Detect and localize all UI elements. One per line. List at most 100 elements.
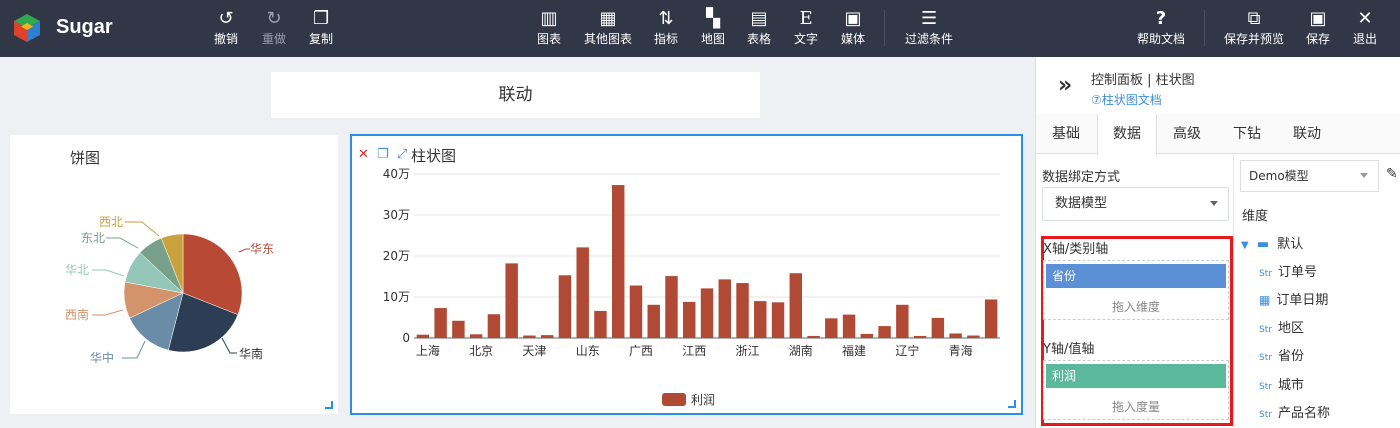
edit-model-icon[interactable]: ✎	[1386, 166, 1398, 182]
question-icon: ?	[1155, 8, 1167, 29]
bar[interactable]	[469, 334, 483, 338]
bar[interactable]	[434, 308, 447, 338]
bar[interactable]	[611, 185, 625, 338]
pie-leader-line	[238, 248, 250, 253]
bar[interactable]	[683, 301, 696, 338]
bar[interactable]	[807, 335, 820, 338]
pie-leader-line	[122, 340, 146, 359]
bar[interactable]	[771, 302, 785, 338]
bar[interactable]	[931, 317, 945, 338]
string-type-icon: Str	[1259, 325, 1272, 335]
bar[interactable]	[967, 335, 980, 338]
media-button[interactable]: ▣ 媒体	[841, 8, 865, 46]
bar[interactable]	[825, 318, 838, 338]
binding-mode-label: 数据绑定方式	[1042, 170, 1121, 185]
close-icon: ✕	[1357, 8, 1373, 29]
bar[interactable]	[860, 333, 874, 338]
copy-button[interactable]: ❐ 复制	[309, 8, 333, 46]
folder-default[interactable]: ▼ ▬ 默认	[1241, 233, 1303, 252]
bar[interactable]	[505, 263, 518, 338]
y-axis-field-chip[interactable]: 利润	[1046, 364, 1226, 388]
bar[interactable]	[842, 314, 856, 338]
caret-down-icon	[1360, 173, 1368, 178]
collapse-panel-icon[interactable]: »	[1058, 73, 1072, 98]
help-button[interactable]: ? 帮助文档	[1137, 8, 1185, 46]
bar[interactable]	[789, 273, 803, 338]
exit-button[interactable]: ✕ 退出	[1353, 8, 1377, 46]
chart-button[interactable]: ▥ 图表	[537, 8, 561, 46]
redo-icon: ↻	[266, 8, 282, 29]
y-axis-label: Y轴/值轴	[1043, 342, 1095, 357]
map-button[interactable]: ▚ 地图	[701, 8, 725, 46]
linkage-title-block[interactable]: 联动	[271, 72, 760, 118]
bar[interactable]	[416, 334, 430, 338]
folder-open-icon: ▬	[1256, 237, 1270, 252]
bar[interactable]	[629, 285, 643, 338]
field-item[interactable]: Str 订单号	[1259, 261, 1317, 280]
calendar-icon: ▦	[1259, 293, 1271, 307]
legend-swatch[interactable]	[662, 393, 686, 406]
undo-button[interactable]: ↺ 撤销	[214, 8, 238, 46]
bar[interactable]	[540, 335, 554, 338]
bar[interactable]	[558, 275, 572, 338]
tab-advanced[interactable]: 高级	[1157, 114, 1217, 154]
tab-linkage[interactable]: 联动	[1277, 114, 1337, 154]
bar[interactable]	[913, 335, 927, 338]
x-axis-drop-zone[interactable]: 省份 拖入维度	[1043, 260, 1229, 320]
x-tick-label: 广西	[629, 344, 653, 358]
chart-doc-link[interactable]: ⑦柱状图文档	[1091, 91, 1162, 108]
filter-button[interactable]: ☰ 过滤条件	[905, 8, 953, 46]
tab-drilldown[interactable]: 下钻	[1217, 114, 1277, 154]
other-charts-button[interactable]: ▦ 其他图表	[584, 8, 632, 46]
bar[interactable]	[878, 326, 891, 338]
text-button[interactable]: E 文字	[794, 8, 818, 46]
pie-chart-card[interactable]: 饼图 华东 华南 华中 西南 华北 东北 西北	[10, 135, 338, 414]
save-button[interactable]: ▣ 保存	[1306, 8, 1330, 46]
bar[interactable]	[576, 247, 589, 338]
indicator-button[interactable]: ⇅ 指标	[654, 8, 678, 46]
field-item[interactable]: Str 省份	[1259, 345, 1304, 364]
y-axis-drop-zone[interactable]: 利润 拖入度量	[1043, 360, 1229, 420]
pie-label-south: 华南	[239, 346, 263, 361]
bar[interactable]	[718, 279, 731, 338]
bar[interactable]	[647, 304, 660, 338]
resize-handle[interactable]	[325, 401, 333, 409]
y-tick-label: 20万	[383, 249, 410, 263]
bar[interactable]	[700, 288, 714, 338]
redo-button[interactable]: ↻ 重做	[262, 8, 286, 46]
table-icon: ▤	[750, 8, 768, 29]
string-type-icon: Str	[1259, 269, 1272, 279]
bar[interactable]	[452, 320, 465, 338]
field-item[interactable]: Str 地区	[1259, 317, 1304, 336]
pie-leader-line	[106, 237, 139, 249]
bar-chart-card[interactable]: ✕ ❐ ⤢ 柱状图 0 10万 20万 30万 40万 上海 北京 天津 山东 …	[350, 134, 1023, 415]
bar[interactable]	[523, 335, 536, 338]
save-preview-button[interactable]: ⧉ 保存并预览	[1224, 8, 1284, 46]
bar[interactable]	[665, 276, 678, 338]
resize-handle[interactable]	[1008, 400, 1016, 408]
bar[interactable]	[984, 299, 998, 338]
x-axis-field-chip[interactable]: 省份	[1046, 264, 1226, 288]
x-axis-drop-hint: 拖入维度	[1111, 300, 1160, 314]
field-item[interactable]: Str 城市	[1259, 374, 1304, 393]
tab-data[interactable]: 数据	[1097, 114, 1157, 155]
field-item[interactable]: ▦ 订单日期	[1259, 289, 1328, 308]
bar[interactable]	[949, 333, 962, 338]
tab-basic[interactable]: 基础	[1036, 114, 1096, 154]
bar[interactable]	[754, 301, 767, 338]
x-axis-label: X轴/类别轴	[1043, 242, 1109, 257]
table-button[interactable]: ▤ 表格	[747, 8, 771, 46]
field-item[interactable]: Str 产品名称	[1259, 402, 1330, 421]
indicator-icon: ⇅	[658, 8, 674, 29]
binding-mode-select[interactable]: 数据模型	[1042, 187, 1229, 221]
model-select[interactable]: Demo模型	[1240, 160, 1379, 192]
x-tick-label: 浙江	[736, 344, 760, 358]
top-toolbar: Sugar ↺ 撤销 ↻ 重做 ❐ 复制 ▥ 图表 ▦ 其他图表 ⇅ 指标 ▚ …	[0, 0, 1400, 57]
text-icon: E	[799, 8, 813, 29]
bar[interactable]	[487, 314, 501, 338]
external-link-icon: ⧉	[1247, 8, 1261, 29]
bar[interactable]	[736, 283, 749, 338]
bar[interactable]	[594, 310, 607, 338]
x-tick-label: 上海	[416, 343, 440, 358]
bar[interactable]	[896, 304, 909, 338]
